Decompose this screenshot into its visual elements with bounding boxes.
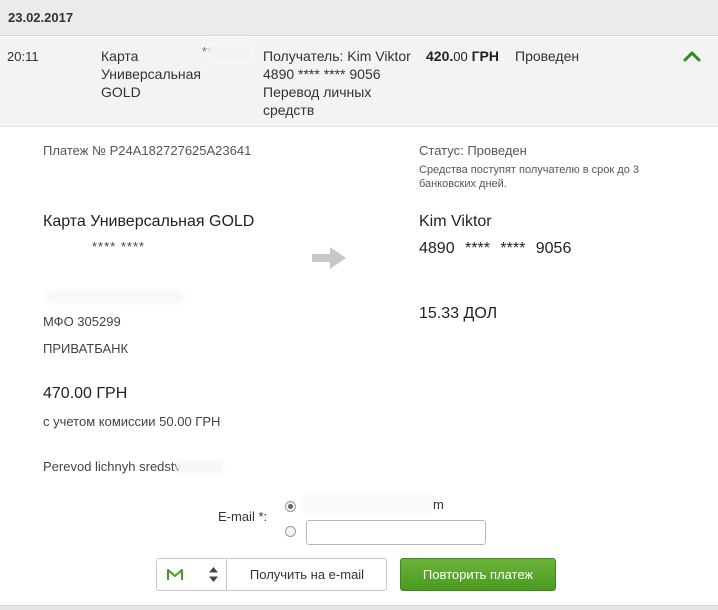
redacted-blur (306, 500, 430, 508)
transaction-time: 20:11 (7, 49, 39, 64)
date-header-label: 23.02.2017 (8, 10, 74, 25)
payment-id: Платеж № P24A182727625A23641 (43, 143, 252, 158)
redacted-blur (180, 464, 220, 470)
recipient-card-number: 4890 **** **** 9056 (419, 240, 572, 257)
date-header: 23.02.2017 (0, 0, 718, 36)
payment-commission: с учетом комиссии 50.00 ГРН (43, 414, 221, 429)
chevron-up-icon[interactable] (682, 49, 702, 63)
email-provider-select[interactable] (157, 559, 227, 590)
get-on-email-button[interactable]: Получить на e-mail (228, 559, 386, 590)
email-input[interactable] (306, 520, 486, 545)
status-label: Статус: Проведен (419, 143, 527, 158)
sender-card-number: **** **** (92, 239, 146, 254)
saved-email-value: m (433, 497, 444, 512)
transaction-details: Платеж № P24A182727625A23641 Статус: Про… (0, 128, 718, 605)
payment-purpose: Perevod lichnyh sredstv (43, 459, 182, 474)
arrow-right-icon (312, 247, 346, 269)
bank-mfo: МФО 305299 (43, 314, 121, 329)
bottom-divider (0, 605, 718, 610)
redacted-blur (50, 294, 180, 300)
payment-sum: 470.00 ГРН (43, 385, 128, 402)
transaction-card-mask: ** (202, 44, 213, 59)
transaction-recipient: Получатель: Kim Viktor 4890 **** **** 90… (263, 48, 411, 118)
transaction-amount: 420.00 ГРН (426, 47, 499, 66)
recipient-amount: 15.33 ДОЛ (419, 305, 498, 322)
amount-kopecks: 00 (453, 49, 468, 64)
transaction-summary-row[interactable]: 20:11 Карта Универсальная GOLD ** Получа… (0, 37, 718, 127)
amount-currency: ГРН (471, 48, 499, 64)
email-option-saved-radio[interactable] (285, 501, 296, 512)
repeat-payment-button[interactable]: Повторить платеж (400, 558, 556, 591)
gmail-icon (167, 569, 183, 580)
status-note: Средства поступят получателю в срок до 3… (419, 164, 639, 190)
bank-name: ПРИВАТБАНК (43, 341, 129, 356)
email-option-custom-radio[interactable] (285, 526, 296, 537)
redacted-blur (212, 46, 250, 60)
email-label: E-mail *: (218, 509, 268, 524)
select-arrows-icon (209, 567, 218, 582)
transaction-status: Проведен (515, 48, 580, 64)
transaction-card: Карта Универсальная GOLD (101, 48, 202, 100)
email-button-group: Получить на e-mail (156, 558, 387, 591)
amount-main: 420. (426, 48, 454, 64)
recipient-name: Kim Viktor (419, 213, 492, 230)
sender-card-name: Карта Универсальная GOLD (43, 213, 255, 230)
